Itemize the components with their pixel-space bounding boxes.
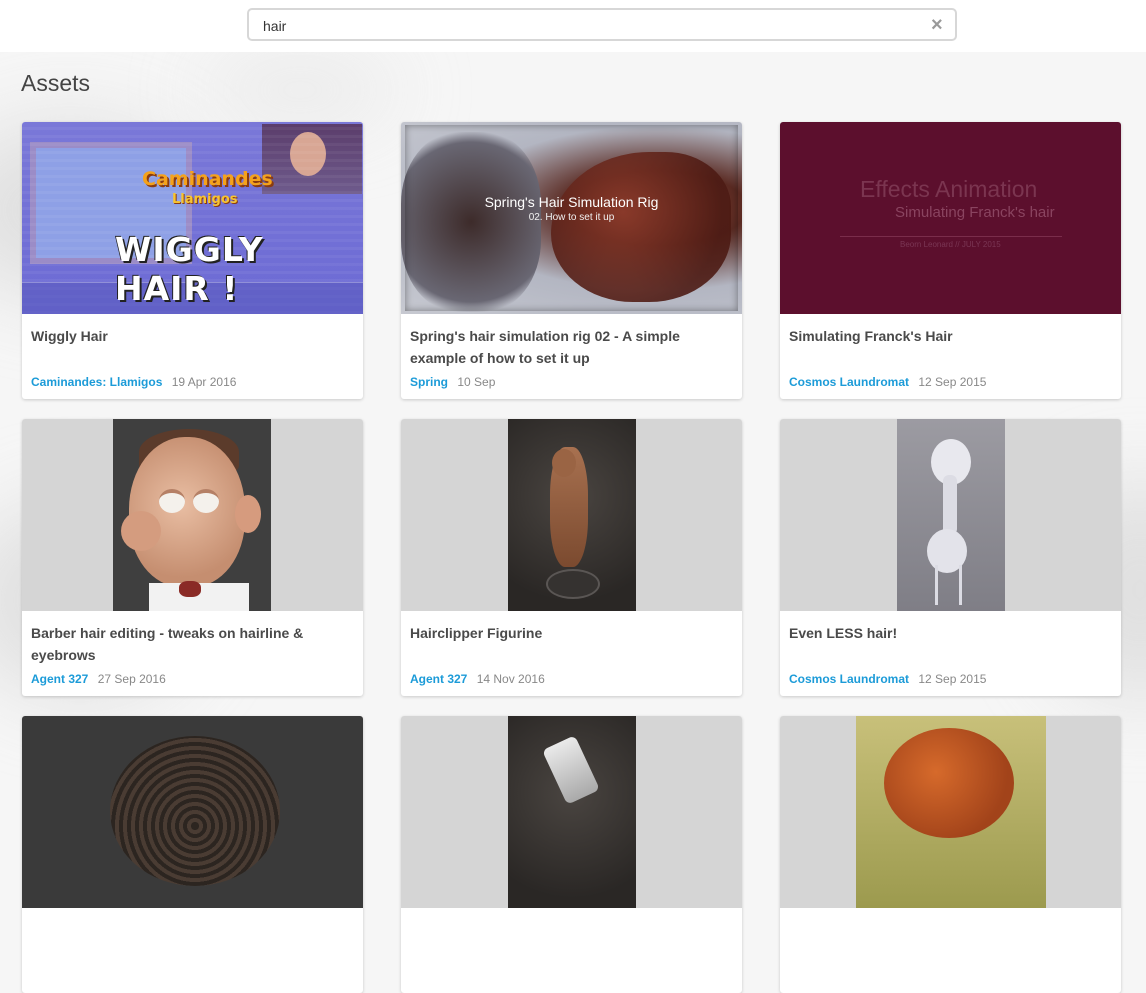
asset-meta: Agent 327 27 Sep 2016 xyxy=(31,672,166,686)
thumbnail-logo-subtext: Llamigos xyxy=(172,192,238,207)
project-link[interactable]: Spring xyxy=(410,375,448,389)
thumbnail-headline: WIGGLY HAIR ! xyxy=(115,230,264,308)
asset-date: 27 Sep 2016 xyxy=(97,672,166,686)
thumbnail-subtitle: Simulating Franck's hair xyxy=(895,204,1055,221)
asset-date: 12 Sep 2015 xyxy=(918,672,987,686)
asset-card[interactable] xyxy=(22,716,363,993)
asset-meta: Caminandes: Llamigos 19 Apr 2016 xyxy=(31,375,236,389)
asset-title[interactable]: Spring's hair simulation rig 02 - A simp… xyxy=(410,325,730,369)
thumbnail-logo-text: Caminandes xyxy=(142,168,273,190)
project-link[interactable]: Agent 327 xyxy=(410,672,467,686)
asset-thumbnail[interactable] xyxy=(22,419,363,611)
asset-thumbnail[interactable] xyxy=(780,716,1121,908)
close-icon[interactable]: × xyxy=(931,15,945,35)
search-input[interactable] xyxy=(261,15,915,37)
asset-title[interactable]: Wiggly Hair xyxy=(31,325,351,347)
asset-card[interactable]: Hairclipper Figurine Agent 327 14 Nov 20… xyxy=(401,419,742,696)
asset-thumbnail[interactable] xyxy=(22,716,363,908)
asset-date: 10 Sep xyxy=(457,375,496,389)
asset-title[interactable]: Hairclipper Figurine xyxy=(410,622,730,644)
asset-card[interactable]: Effects Animation Simulating Franck's ha… xyxy=(780,122,1121,399)
asset-date: 14 Nov 2016 xyxy=(476,672,545,686)
asset-meta: Spring 10 Sep xyxy=(410,375,495,389)
asset-thumbnail[interactable] xyxy=(780,419,1121,611)
asset-card[interactable]: Caminandes Llamigos WIGGLY HAIR ! Wiggly… xyxy=(22,122,363,399)
section-title: Assets xyxy=(21,70,91,96)
asset-card[interactable] xyxy=(401,716,742,993)
asset-date: 12 Sep 2015 xyxy=(918,375,987,389)
asset-meta: Cosmos Laundromat 12 Sep 2015 xyxy=(789,375,986,389)
project-link[interactable]: Agent 327 xyxy=(31,672,88,686)
project-link[interactable]: Caminandes: Llamigos xyxy=(31,375,162,389)
search-box[interactable]: × xyxy=(247,8,957,41)
asset-thumbnail[interactable] xyxy=(401,716,742,908)
thumbnail-subtitle: 02. How to set it up xyxy=(528,212,615,223)
asset-card[interactable]: Barber hair editing - tweaks on hairline… xyxy=(22,419,363,696)
asset-meta: Agent 327 14 Nov 2016 xyxy=(410,672,545,686)
asset-thumbnail[interactable]: Effects Animation Simulating Franck's ha… xyxy=(780,122,1121,314)
project-link[interactable]: Cosmos Laundromat xyxy=(789,672,909,686)
asset-thumbnail[interactable]: Caminandes Llamigos WIGGLY HAIR ! xyxy=(22,122,363,314)
asset-thumbnail[interactable] xyxy=(401,419,742,611)
project-link[interactable]: Cosmos Laundromat xyxy=(789,375,909,389)
asset-date: 19 Apr 2016 xyxy=(171,375,237,389)
thumbnail-headline: Effects Animation xyxy=(860,176,1038,202)
asset-card[interactable]: Spring's Hair Simulation Rig 02. How to … xyxy=(401,122,742,399)
asset-title[interactable]: Simulating Franck's Hair xyxy=(789,325,1109,347)
asset-card[interactable] xyxy=(780,716,1121,993)
asset-title[interactable]: Even LESS hair! xyxy=(789,622,1109,644)
thumbnail-headline: Spring's Hair Simulation Rig xyxy=(484,194,659,210)
thumbnail-credit: Beorn Leonard // JULY 2015 xyxy=(900,240,1001,249)
top-bar: × xyxy=(0,0,1146,52)
asset-meta: Cosmos Laundromat 12 Sep 2015 xyxy=(789,672,986,686)
asset-thumbnail[interactable]: Spring's Hair Simulation Rig 02. How to … xyxy=(401,122,742,314)
asset-title[interactable]: Barber hair editing - tweaks on hairline… xyxy=(31,622,351,666)
asset-card[interactable]: Even LESS hair! Cosmos Laundromat 12 Sep… xyxy=(780,419,1121,696)
